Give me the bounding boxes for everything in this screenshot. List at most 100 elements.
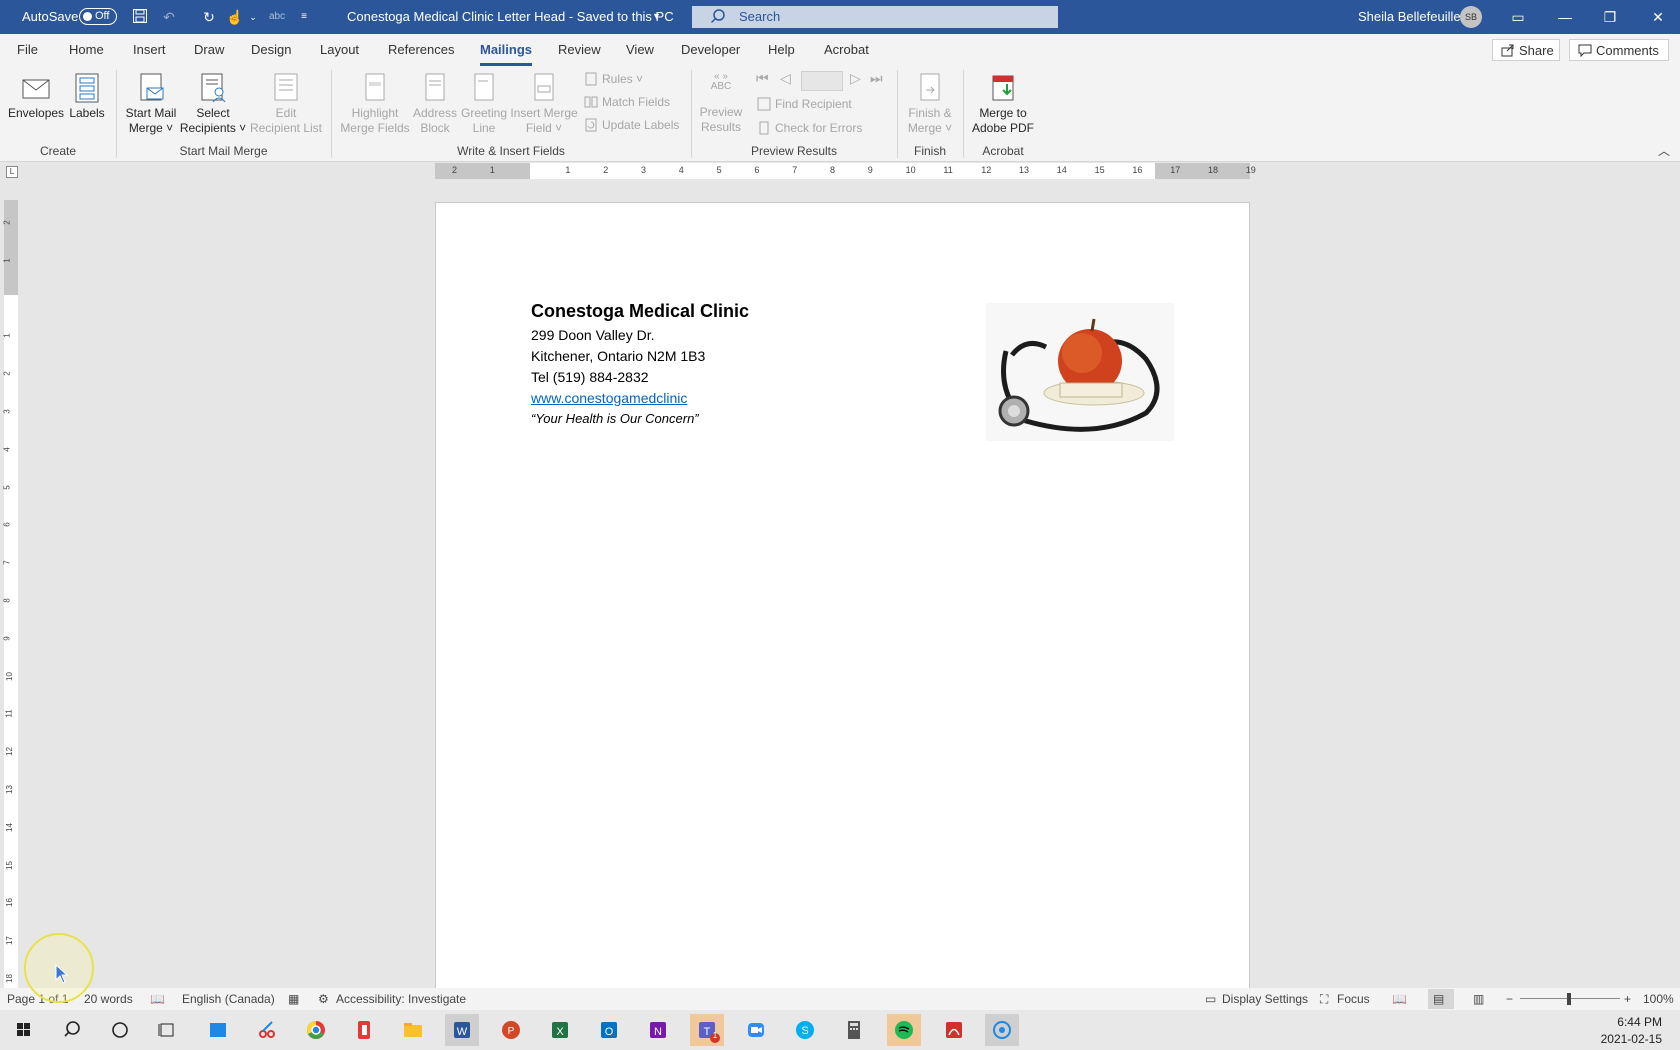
highlight-merge-fields-button[interactable]: Highlight Merge Fields [340,72,410,136]
tab-references[interactable]: References [388,42,454,57]
task-view-icon[interactable] [150,1014,184,1046]
edit-recipient-list-button[interactable]: Edit Recipient List [249,72,323,136]
chrome-icon[interactable] [299,1014,333,1046]
focus-mode[interactable]: Focus [1337,992,1370,1006]
redo-icon[interactable]: ↻ [200,8,218,26]
vertical-ruler[interactable]: 2 1 1 2 3 4 5 6 7 8 9 10 11 12 13 14 15 16 17 18 [3,200,18,990]
finish-merge-button[interactable]: Finish & Merge ˅ [902,72,958,136]
zoom-level[interactable]: 100% [1643,992,1674,1006]
first-record-icon[interactable]: ⏮ [756,70,769,87]
dropdown-icon[interactable]: ⌄ [244,8,262,26]
comments-button[interactable]: Comments [1569,39,1669,61]
accessibility-icon[interactable]: ⚙ [318,992,329,1006]
skype-icon[interactable]: S [788,1014,822,1046]
last-record-icon[interactable]: ⏭ [870,70,883,87]
clinic-name[interactable]: Conestoga Medical Clinic [531,301,749,322]
match-fields-button[interactable]: Match Fields [584,93,670,111]
document-title[interactable]: Conestoga Medical Clinic Letter Head - S… [347,9,674,24]
tab-developer[interactable]: Developer [681,42,740,57]
accessibility-status[interactable]: Accessibility: Investigate [336,992,466,1006]
recording-app-icon[interactable] [985,1014,1019,1046]
start-mail-merge-button[interactable]: Start Mail Merge ˅ [122,72,180,136]
word-count[interactable]: 20 words [84,992,133,1006]
search-box[interactable]: Search [692,6,1058,28]
previous-record-icon[interactable]: ◁ [780,70,791,87]
select-recipients-button[interactable]: Select Recipients ˅ [179,72,247,136]
tab-design[interactable]: Design [251,42,291,57]
zoom-app-icon[interactable] [739,1014,773,1046]
update-labels-button[interactable]: Update Labels [584,116,679,134]
file-explorer-icon[interactable] [396,1014,430,1046]
outlook-icon[interactable]: O [592,1014,626,1046]
share-button[interactable]: Share [1492,39,1560,61]
tab-insert[interactable]: Insert [133,42,166,57]
customize-toolbar-icon[interactable]: ≡ [295,8,313,26]
calculator-icon[interactable] [837,1014,871,1046]
address-line-2[interactable]: Kitchener, Ontario N2M 1B3 [531,348,705,364]
tab-acrobat[interactable]: Acrobat [824,42,869,57]
document-page[interactable]: Conestoga Medical Clinic 299 Doon Valley… [435,202,1250,988]
windows-start-icon[interactable] [7,1014,41,1046]
powerpoint-icon[interactable]: P [494,1014,528,1046]
display-settings-icon[interactable]: ▭ [1205,992,1216,1006]
check-for-errors-button[interactable]: Check for Errors [757,119,862,137]
teams-icon[interactable]: T1 [690,1014,724,1046]
title-dropdown-icon[interactable]: ▼ [652,11,661,21]
address-line-1[interactable]: 299 Doon Valley Dr. [531,327,654,343]
acrobat-icon[interactable] [937,1014,971,1046]
user-name[interactable]: Sheila Bellefeuille [1358,9,1461,24]
search-icon[interactable] [55,1014,89,1046]
display-settings[interactable]: Display Settings [1222,992,1308,1006]
autosave-toggle[interactable]: Off [79,8,117,25]
next-record-icon[interactable]: ▷ [850,70,861,87]
proofing-icon[interactable]: 📖 [150,992,165,1006]
restore-icon[interactable]: ❐ [1600,7,1620,27]
minimize-icon[interactable]: — [1555,7,1575,27]
zoom-out-button[interactable]: − [1506,992,1513,1006]
language[interactable]: English (Canada) [182,992,275,1006]
web-layout-icon[interactable]: ▥ [1473,992,1484,1006]
tab-home[interactable]: Home [69,42,104,57]
horizontal-ruler[interactable]: 2 1 1 2 3 4 5 6 7 8 9 10 11 12 13 14 15 16 17 18 19 [435,163,1256,179]
excel-icon[interactable]: X [543,1014,577,1046]
tagline[interactable]: “Your Health is Our Concern” [531,411,699,426]
preview-results-button[interactable]: « » ABC Preview Results [696,72,746,135]
tab-layout[interactable]: Layout [320,42,359,57]
word-icon[interactable]: W [445,1014,479,1046]
avatar[interactable]: SB [1460,6,1482,28]
address-block-button[interactable]: Address Block [410,72,460,136]
insert-merge-field-button[interactable]: Insert Merge Field ˅ [508,72,580,136]
tab-help[interactable]: Help [768,42,795,57]
focus-icon[interactable]: ⛶ [1320,992,1328,1007]
print-layout-icon[interactable]: ▤ [1433,992,1444,1006]
zoom-slider-thumb[interactable] [1567,993,1571,1005]
tab-draw[interactable]: Draw [194,42,224,57]
collapse-ribbon-icon[interactable]: ︿ [1658,142,1670,159]
envelopes-button[interactable]: Envelopes [8,72,64,121]
tab-review[interactable]: Review [558,42,601,57]
tab-view[interactable]: View [626,42,654,57]
undo-icon[interactable]: ↶ [160,8,178,26]
record-number-input[interactable] [801,71,843,91]
website-link[interactable]: www.conestogamedclinic [531,390,687,406]
spelling-icon[interactable]: abc [268,8,286,26]
rules-button[interactable]: Rules ˅ [584,70,643,88]
labels-button[interactable]: Labels [66,72,108,121]
find-recipient-button[interactable]: Find Recipient [757,95,852,113]
ribbon-display-icon[interactable]: ▭ [1508,7,1528,27]
tab-mailings[interactable]: Mailings [480,42,533,66]
cortana-icon[interactable] [103,1014,137,1046]
clock-time[interactable]: 6:44 PM [1617,1015,1662,1029]
greeting-line-button[interactable]: Greeting Line [458,72,510,136]
macro-icon[interactable]: ▦ [288,992,299,1006]
tab-file[interactable]: File [17,42,38,57]
stethoscope-apple-image[interactable] [986,303,1174,441]
spotify-icon[interactable] [887,1014,921,1046]
store-icon[interactable] [201,1014,235,1046]
touch-mode-icon[interactable]: ☝ [226,8,244,26]
clock-date[interactable]: 2021-02-15 [1601,1032,1662,1046]
phone-line[interactable]: Tel (519) 884-2832 [531,369,649,385]
read-mode-icon[interactable]: 📖 [1392,992,1407,1006]
close-icon[interactable]: ✕ [1648,7,1668,27]
snipping-tool-icon[interactable] [250,1014,284,1046]
